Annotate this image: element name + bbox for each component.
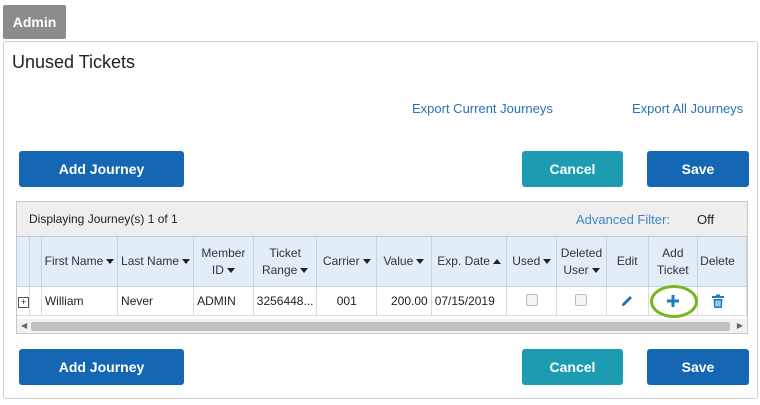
plus-icon[interactable] [666,294,680,308]
sort-caret-icon[interactable] [182,259,191,265]
header-delete: Delete [697,237,747,287]
sort-caret-icon[interactable] [300,267,309,273]
save-button-top[interactable]: Save [647,151,749,187]
delete-cell [697,286,747,316]
header-first-name[interactable]: First Name [41,237,119,287]
scroll-right-arrow-icon[interactable]: ▶ [737,321,743,330]
edit-cell [606,286,649,316]
header-exp-date[interactable]: Exp. Date [431,237,508,287]
scroll-thumb[interactable] [31,322,730,331]
header-edit: Edit [606,237,649,287]
pencil-icon[interactable] [620,294,634,308]
sort-caret-icon[interactable] [226,267,235,273]
displaying-count: Displaying Journey(s) 1 of 1 [29,212,178,226]
export-current-journeys-link[interactable]: Export Current Journeys [412,101,553,116]
deleted-user-cell [556,286,607,316]
last-name-cell: Never [117,286,195,316]
blank-cell [29,286,42,316]
used-checkbox[interactable] [525,293,538,306]
journeys-table: First Name Last Name Member ID Ticket Rang… [17,237,747,316]
page-title: Unused Tickets [12,52,136,72]
trash-icon[interactable] [711,294,725,309]
sort-caret-icon[interactable] [416,259,425,265]
carrier-cell: 001 [316,286,377,316]
ticket-range-cell: 3256448... [253,286,318,316]
journeys-grid: Displaying Journey(s) 1 of 1 Advanced Fi… [16,201,748,334]
add-journey-button-bottom[interactable]: Add Journey [19,349,184,385]
advanced-filter-value: Off [697,212,715,227]
exp-date-cell: 07/15/2019 [431,286,508,316]
table-header-row: First Name Last Name Member ID Ticket Rang… [17,237,747,287]
used-cell [506,286,558,316]
cancel-button-top[interactable]: Cancel [522,151,623,187]
header-ticket-range[interactable]: Ticket Range [253,237,318,287]
sort-caret-icon[interactable] [543,259,552,265]
advanced-filter-toggle[interactable]: Advanced Filter: [576,212,670,227]
first-name-cell: William [41,286,119,316]
admin-tab[interactable]: Admin [3,5,66,39]
sort-caret-icon[interactable] [591,267,600,273]
sort-caret-icon[interactable] [362,259,371,265]
header-deleted-user[interactable]: Deleted User [556,237,607,287]
cancel-button-bottom[interactable]: Cancel [522,349,623,385]
header-carrier[interactable]: Carrier [316,237,377,287]
horizontal-scrollbar[interactable]: ◀ ▶ [17,319,747,333]
expand-cell[interactable]: + [17,286,30,316]
header-value[interactable]: Value [376,237,432,287]
header-used[interactable]: Used [506,237,558,287]
header-add-ticket: Add Ticket [648,237,699,287]
header-blank-1 [17,237,30,287]
grid-toolbar: Displaying Journey(s) 1 of 1 Advanced Fi… [17,202,747,237]
expand-row-icon[interactable]: + [18,297,29,308]
add-ticket-cell [648,286,699,316]
sort-ascending-icon[interactable] [492,259,501,265]
export-all-journeys-link[interactable]: Export All Journeys [632,101,743,116]
member-id-cell: ADMIN [193,286,254,316]
header-member-id[interactable]: Member ID [193,237,254,287]
sort-caret-icon[interactable] [106,259,115,265]
deleted-user-checkbox[interactable] [575,293,588,306]
add-journey-button-top[interactable]: Add Journey [19,151,184,187]
value-cell: 200.00 [376,286,432,316]
save-button-bottom[interactable]: Save [647,349,749,385]
scroll-left-arrow-icon[interactable]: ◀ [21,321,27,330]
header-blank-2 [29,237,42,287]
header-last-name[interactable]: Last Name [117,237,195,287]
table-row: + William Never ADMIN 3256448... 001 200… [17,286,747,316]
